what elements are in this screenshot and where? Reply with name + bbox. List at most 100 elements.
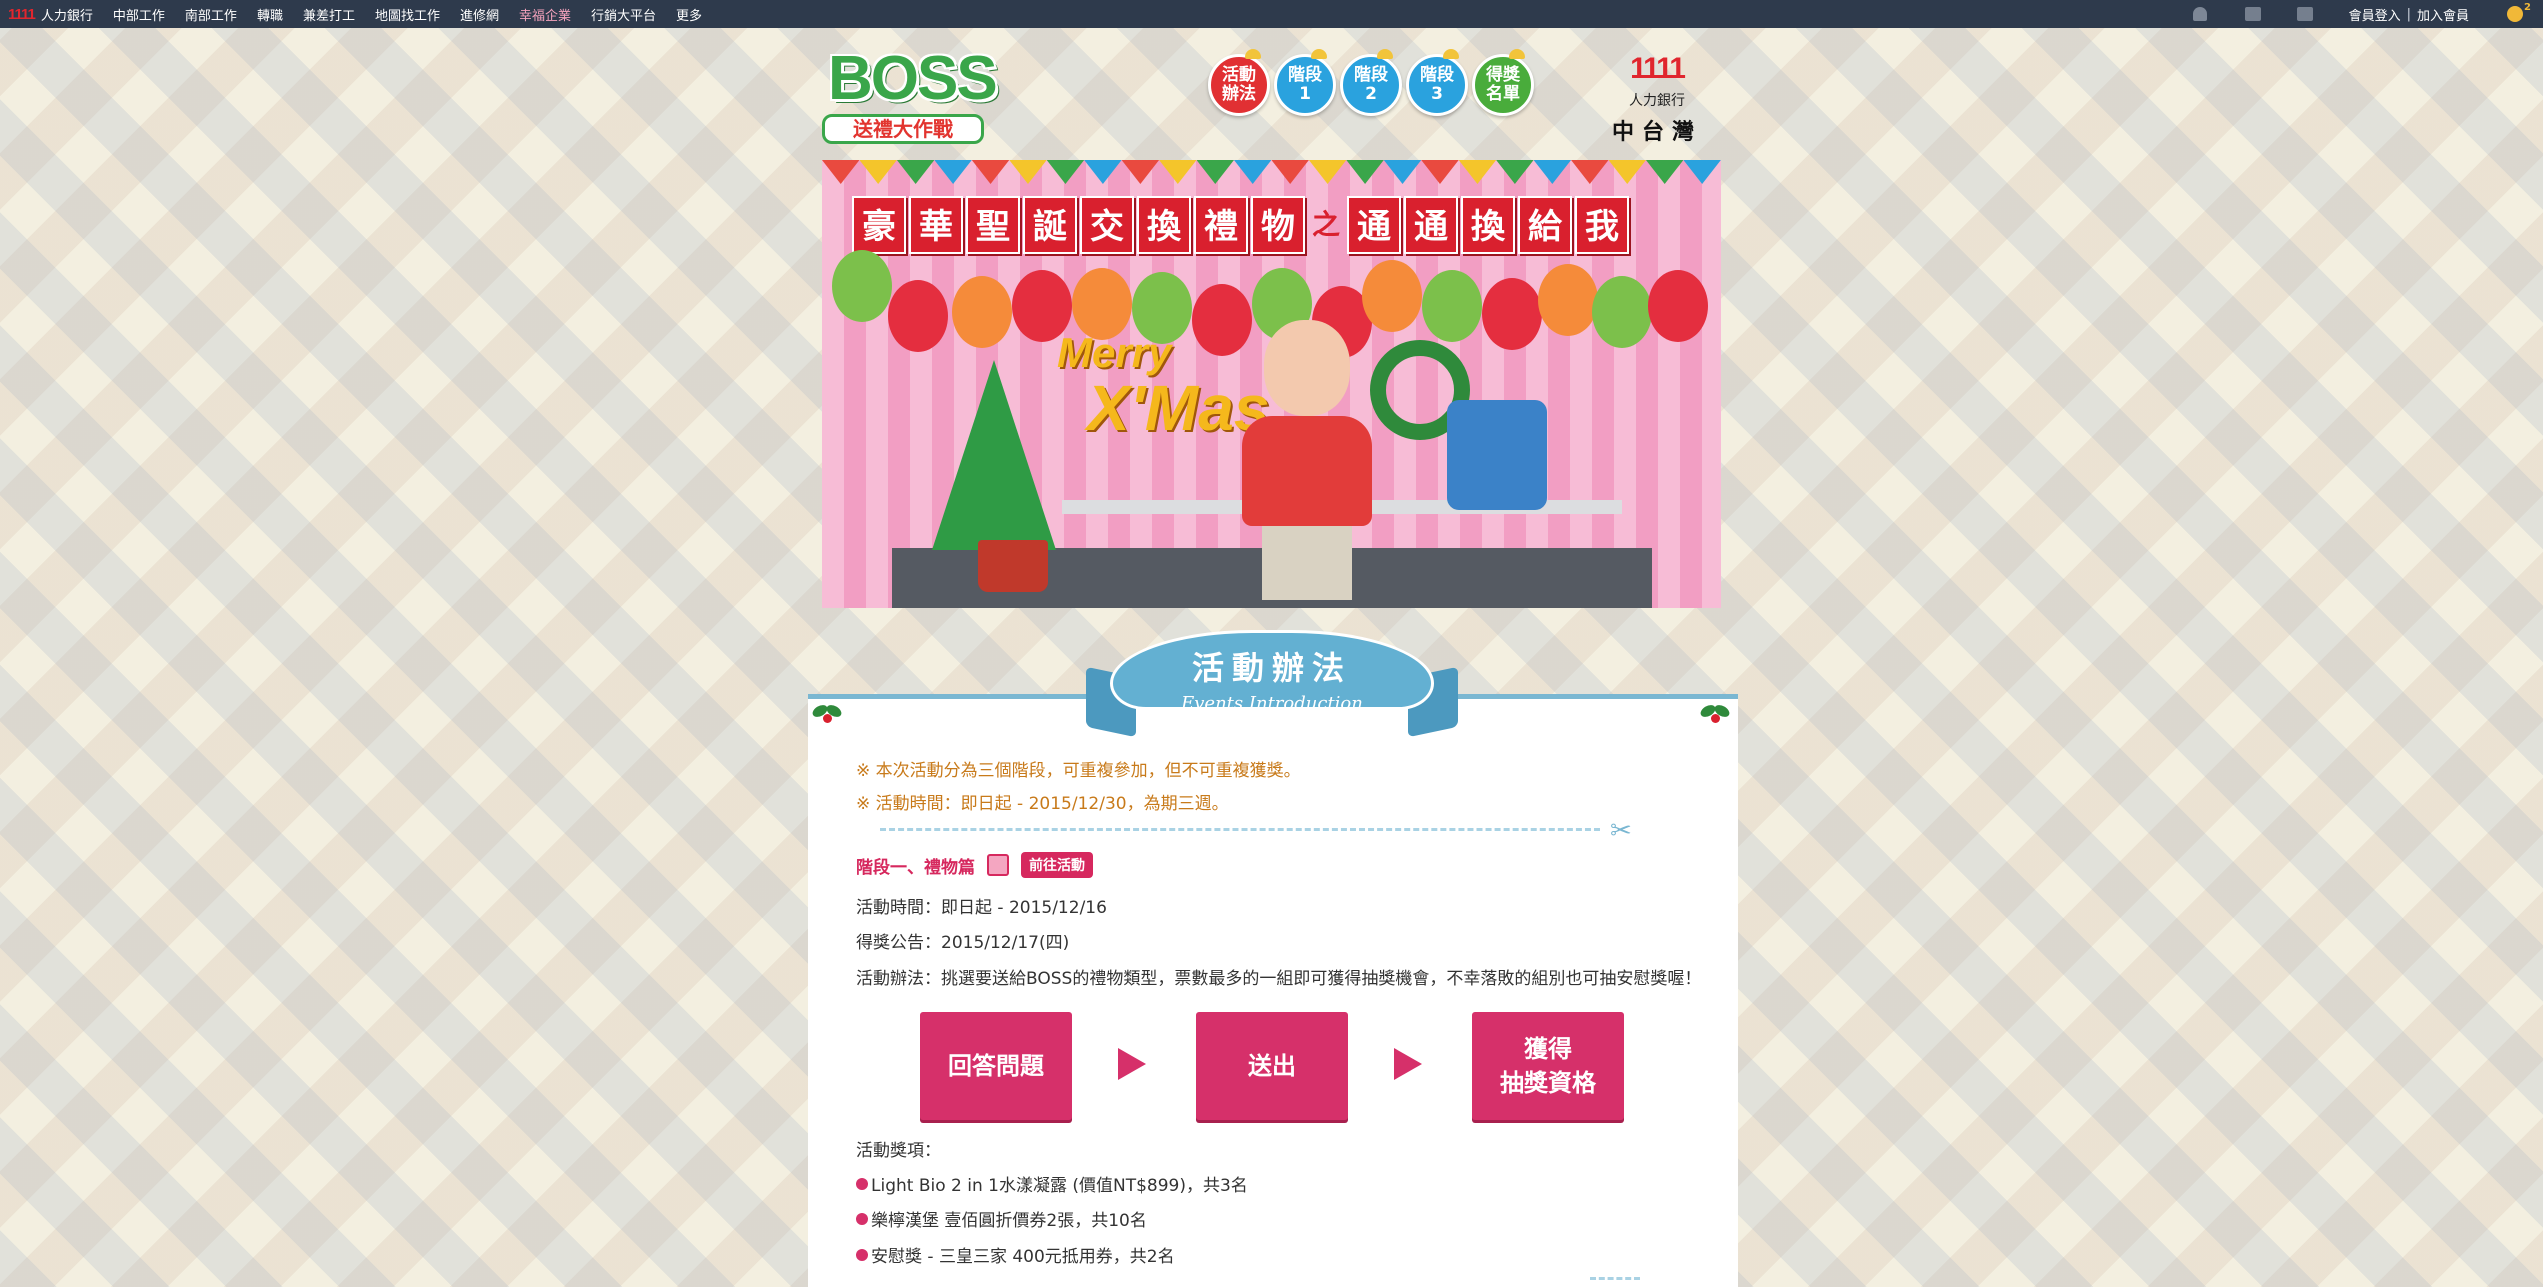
bullet-dot [856,1212,868,1225]
nav-circle-stage-1[interactable]: 階段 1 [1274,49,1336,116]
stage-1-title: 階段一、禮物篇 [856,857,975,878]
nav-circle-stage-3[interactable]: 階段 3 [1406,49,1468,116]
balloon [832,250,892,322]
notification-badge: 2 [2524,2,2531,13]
banner-title-char: 換 [1461,196,1515,254]
prize-title: 活動獎項： [856,1141,941,1161]
scissors-icon: ✂ [1610,816,1632,846]
prize-item: Light Bio 2 in 1水漾凝露 (價值NT$899)，共3名 [856,1171,1248,1196]
nav-central-jobs[interactable]: 中部工作 [113,5,165,24]
stage-1-announce: 得獎公告：2015/12/17(四) [856,933,1070,953]
balloon [1648,270,1708,342]
nav-circle-label: 階段 [1288,65,1322,85]
nav-learning[interactable]: 進修網 [460,5,499,24]
nav-southern-jobs[interactable]: 南部工作 [185,5,237,24]
nav-circle-label: 名單 [1486,84,1520,104]
join-link[interactable]: 加入會員 [2417,5,2469,24]
stage-1-time: 活動時間：即日起 - 2015/12/16 [856,898,1107,918]
event-nav: 活動 辦法 階段 1 階段 2 階段 3 得獎 名單 [1208,49,1538,116]
dashed-divider [880,828,1600,831]
holly-icon [1700,700,1730,730]
merry-xmas-text: Merry X'Mas [1057,329,1269,441]
christmas-tree [932,360,1056,550]
christmas-banner: 豪 華 聖 誕 交 換 禮 物 之 通 通 換 給 我 Merry X'Mas [822,160,1721,608]
step-answer-question[interactable]: 回答問題 [920,1012,1072,1120]
balloon [1538,264,1598,336]
prize-text: 樂檸漢堡 壹佰圓折價券2張，共10名 [871,1211,1147,1231]
nav-circle-label: 1 [1299,84,1311,104]
briefcase-icon[interactable] [2296,7,2313,21]
brand-1111-central-taiwan[interactable]: 1111 人力銀行 中台灣 [1600,52,1714,146]
banner-title-char: 禮 [1194,196,1248,254]
separator: | [2406,6,2411,22]
step-label: 送出 [1248,1052,1296,1080]
boss-event-logo[interactable]: BOSS 送禮大作戰 [822,48,998,146]
nav-circle-stage-2[interactable]: 階段 2 [1340,49,1402,116]
step-submit[interactable]: 送出 [1196,1012,1348,1120]
site-logo[interactable]: 1111 [8,6,36,23]
nav-circle-label: 階段 [1354,65,1388,85]
bullet-dot [856,1248,868,1261]
brand-number: 1111 [1630,52,1686,85]
ribbon-band: 活動辦法 Events Introduction [1110,630,1434,714]
boss-character [1242,320,1372,600]
banner-title-char: 通 [1404,196,1458,254]
balloon [1422,270,1482,342]
login-link[interactable]: 會員登入 [2349,5,2401,24]
stage-1-header: 階段一、禮物篇 前往活動 [856,852,1093,878]
arrow-right-icon [1118,1048,1146,1080]
nav-circle-label: 得獎 [1486,65,1520,85]
holly-icon [812,700,842,730]
banner-title: 豪 華 聖 誕 交 換 禮 物 之 通 通 換 給 我 [852,196,1632,254]
section-subtitle: Events Introduction [1181,693,1363,714]
resume-icon[interactable] [2244,7,2261,21]
banner-title-char: 通 [1347,196,1401,254]
boss-body [1242,416,1372,526]
stage-1-method: 活動辦法：挑選要送給BOSS的禮物類型，票數最多的一組即可獲得抽獎機會，不幸落敗… [856,969,1702,989]
nav-career-change[interactable]: 轉職 [257,5,283,24]
top-nav-bar: 1111 人力銀行 中部工作 南部工作 轉職 兼差打工 地圖找工作 進修網 幸福… [0,0,2543,28]
nav-part-time[interactable]: 兼差打工 [303,5,355,24]
banner-title-char: 交 [1080,196,1134,254]
boss-logo-subtitle: 送禮大作戰 [822,114,984,144]
balloon [952,276,1012,348]
tree-pot [978,540,1048,592]
nav-happy-company[interactable]: 幸福企業 [519,5,571,24]
event-note: ※ 活動時間：即日起 - 2015/12/30，為期三週。 [856,794,1229,814]
boss-legs [1262,520,1352,600]
nav-map-jobs[interactable]: 地圖找工作 [375,5,440,24]
nav-circle-winners[interactable]: 得獎 名單 [1472,49,1534,116]
site-brand-link[interactable]: 人力銀行 [41,5,93,24]
banner-title-char: 之 [1311,208,1340,241]
prize-text: Light Bio 2 in 1水漾凝露 (價值NT$899)，共3名 [871,1176,1248,1196]
merry-text: Merry [1057,329,1172,376]
boss-logo-text: BOSS [828,44,998,113]
nav-circle-label: 3 [1431,84,1443,104]
section-title: 活動辦法 [1191,649,1352,687]
arrow-right-icon [1394,1048,1422,1080]
nav-more[interactable]: 更多 [676,5,702,24]
bunting-flags [822,160,1721,190]
dashed-divider [1590,1277,1640,1287]
brand-region: 中台灣 [1611,120,1702,145]
nav-circle-label: 階段 [1420,65,1454,85]
banner-title-char: 誕 [1023,196,1077,254]
section-ribbon: 活動辦法 Events Introduction [1080,628,1464,748]
content-panel [808,694,1738,1287]
bell-icon[interactable] [2192,7,2207,21]
balloon [1592,276,1652,348]
banner-title-char: 我 [1575,196,1629,254]
nav-circle-label: 2 [1365,84,1377,104]
event-note: ※ 本次活動分為三個階段，可重複參加，但不可重複獲獎。 [856,761,1301,781]
brand-bank-label: 人力銀行 [1629,93,1685,109]
nav-circle-rules[interactable]: 活動 辦法 [1208,49,1270,116]
user-icon[interactable]: 2 [2507,2,2531,22]
banner-title-char: 華 [909,196,963,254]
banner-title-char: 豪 [852,196,906,254]
step-get-eligibility[interactable]: 獲得 抽獎資格 [1472,1012,1624,1120]
gift-icon [987,854,1009,876]
go-to-event-button[interactable]: 前往活動 [1021,852,1093,878]
nav-marketing-platform[interactable]: 行銷大平台 [591,5,656,24]
banner-title-char: 給 [1518,196,1572,254]
balloon [1482,278,1542,350]
